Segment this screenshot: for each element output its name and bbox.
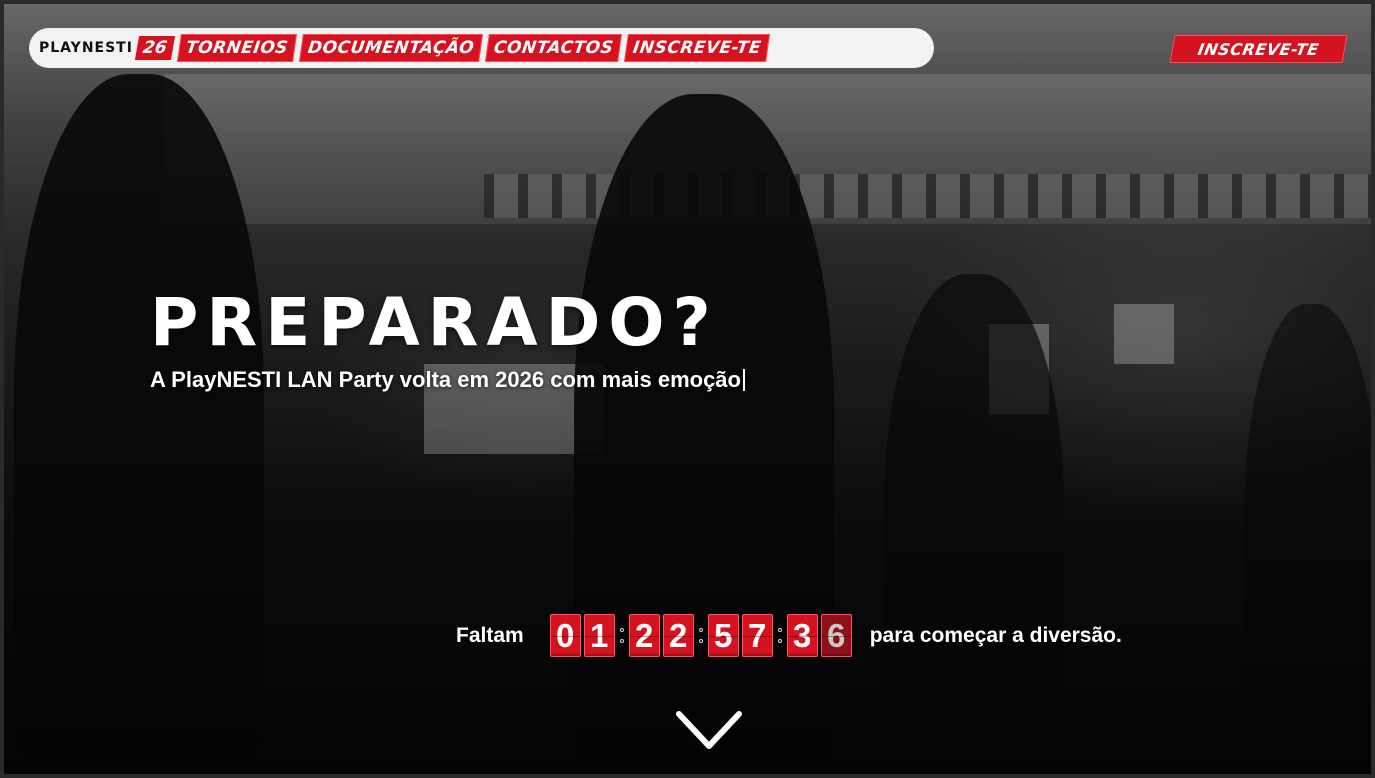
signup-button[interactable]: INSCREVE-TE <box>1169 35 1348 63</box>
countdown-digit: 7 <box>741 614 773 657</box>
brand-year: 26 <box>134 36 175 60</box>
countdown-digit: 6 <box>820 614 852 657</box>
hero-subtitle-text: A PlayNESTI LAN Party volta em 2026 com … <box>150 367 741 392</box>
countdown: Faltam 0 1 2 2 5 7 3 6 para começar a di… <box>456 614 1122 657</box>
nav-link-torneios[interactable]: TORNEIOS <box>176 34 297 62</box>
countdown-minutes: 5 7 <box>707 614 773 657</box>
typing-cursor <box>742 369 745 391</box>
navbar: PLAYNESTI 26 TORNEIOS DOCUMENTAÇÃO CONTA… <box>29 28 934 68</box>
countdown-digit: 5 <box>707 614 739 657</box>
countdown-digit: 2 <box>628 614 660 657</box>
countdown-separator <box>615 628 629 643</box>
countdown-digit: 2 <box>662 614 694 657</box>
hero-subtitle: A PlayNESTI LAN Party volta em 2026 com … <box>150 367 745 393</box>
countdown-hours: 2 2 <box>628 614 694 657</box>
countdown-digit: 1 <box>583 614 615 657</box>
nav-link-inscreve-te[interactable]: INSCREVE-TE <box>624 34 771 62</box>
chevron-down-icon[interactable] <box>675 706 743 754</box>
countdown-suffix: para começar a diversão. <box>869 623 1122 647</box>
countdown-seconds: 3 6 <box>786 614 852 657</box>
brand-logo[interactable]: PLAYNESTI 26 <box>39 34 175 62</box>
countdown-digits: 0 1 2 2 5 7 3 6 <box>549 614 852 657</box>
countdown-prefix: Faltam <box>456 623 524 647</box>
countdown-separator <box>773 628 787 643</box>
nav-link-documentacao[interactable]: DOCUMENTAÇÃO <box>298 34 483 62</box>
countdown-days: 0 1 <box>549 614 615 657</box>
brand-name: PLAYNESTI <box>39 40 133 56</box>
nav-link-contactos[interactable]: CONTACTOS <box>484 34 622 62</box>
hero-section: PLAYNESTI 26 TORNEIOS DOCUMENTAÇÃO CONTA… <box>0 0 1375 778</box>
hero-title: PREPARADO? <box>150 284 719 361</box>
countdown-digit: 3 <box>786 614 818 657</box>
countdown-digit: 0 <box>549 614 581 657</box>
countdown-separator <box>694 628 708 643</box>
